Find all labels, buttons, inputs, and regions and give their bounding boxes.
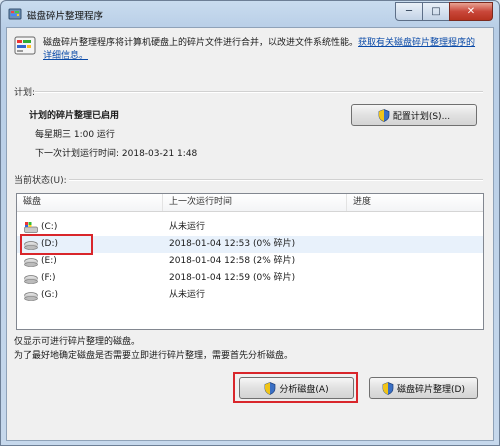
drive-icon [24, 275, 38, 284]
window-title: 磁盘碎片整理程序 [27, 11, 104, 22]
configure-schedule-button[interactable]: 配置计划(S)... [351, 104, 477, 126]
footer-note-2: 为了最好地确定磁盘是否需要立即进行碎片整理，需要首先分析磁盘。 [14, 351, 294, 361]
close-button[interactable]: ✕ [449, 2, 493, 21]
app-window: 磁盘碎片整理程序 ─ □ ✕ 磁盘碎片整理程序将计算机硬盘上的碎片文件进行合并，… [0, 0, 500, 446]
column-header-disk[interactable]: 磁盘 [17, 194, 163, 211]
disk-list[interactable]: 磁盘 上一次运行时间 进度 (C:) 从未运行 (D:) 2018-01-04 … [16, 193, 484, 330]
defragment-disk-label: 磁盘碎片整理(D) [397, 384, 465, 395]
disk-last-run: 从未运行 [169, 222, 206, 232]
defrag-app-icon [8, 8, 22, 20]
schedule-frequency: 每星期三 1:00 运行 [35, 130, 115, 140]
system-drive-icon [24, 222, 38, 233]
intro-description: 磁盘碎片整理程序将计算机硬盘上的碎片文件进行合并，以改进文件系统性能。 [43, 38, 359, 48]
uac-shield-icon [378, 108, 390, 122]
defragment-disk-button[interactable]: 磁盘碎片整理(D) [369, 377, 478, 399]
uac-shield-icon [382, 381, 394, 395]
schedule-label: 计划: [14, 88, 36, 98]
disk-name: (G:) [41, 290, 59, 300]
disk-last-run: 2018-01-04 12:59 (0% 碎片) [169, 273, 296, 283]
disk-row[interactable]: (F:) 2018-01-04 12:59 (0% 碎片) [17, 270, 483, 287]
selected-disk-highlight [20, 234, 93, 255]
current-status-label: 当前状态(U): [14, 176, 67, 186]
schedule-divider [35, 91, 483, 93]
schedule-status: 计划的碎片整理已启用 [29, 111, 120, 121]
minimize-button[interactable]: ─ [395, 2, 423, 21]
disk-row[interactable]: (G:) 从未运行 [17, 287, 483, 304]
next-run-time: 下一次计划运行时间: 2018-03-21 1:48 [35, 149, 198, 159]
configure-schedule-label: 配置计划(S)... [392, 111, 451, 122]
disk-name: (E:) [41, 256, 57, 266]
footer-note-1: 仅显示可进行碎片整理的磁盘。 [14, 337, 141, 347]
drive-icon [24, 292, 38, 301]
disk-list-header: 磁盘 上一次运行时间 进度 [17, 194, 483, 212]
disk-last-run: 2018-01-04 12:53 (0% 碎片) [169, 239, 296, 249]
disk-name: (F:) [41, 273, 56, 283]
disk-last-run: 从未运行 [169, 290, 206, 300]
title-bar[interactable]: 磁盘碎片整理程序 ─ □ ✕ [1, 1, 499, 27]
disk-row[interactable]: (E:) 2018-01-04 12:58 (2% 碎片) [17, 253, 483, 270]
maximize-button[interactable]: □ [422, 2, 450, 21]
disk-last-run: 2018-01-04 12:58 (2% 碎片) [169, 256, 296, 266]
drive-icon [24, 258, 38, 267]
column-header-last-run[interactable]: 上一次运行时间 [163, 194, 347, 211]
current-status-divider [69, 179, 483, 181]
intro-text: 磁盘碎片整理程序将计算机硬盘上的碎片文件进行合并，以改进文件系统性能。获取有关磁… [43, 37, 483, 63]
column-header-progress[interactable]: 进度 [347, 194, 483, 211]
window-content: 磁盘碎片整理程序将计算机硬盘上的碎片文件进行合并，以改进文件系统性能。获取有关磁… [6, 27, 494, 441]
defrag-header-icon [14, 36, 36, 55]
analyze-button-highlight [233, 372, 358, 403]
